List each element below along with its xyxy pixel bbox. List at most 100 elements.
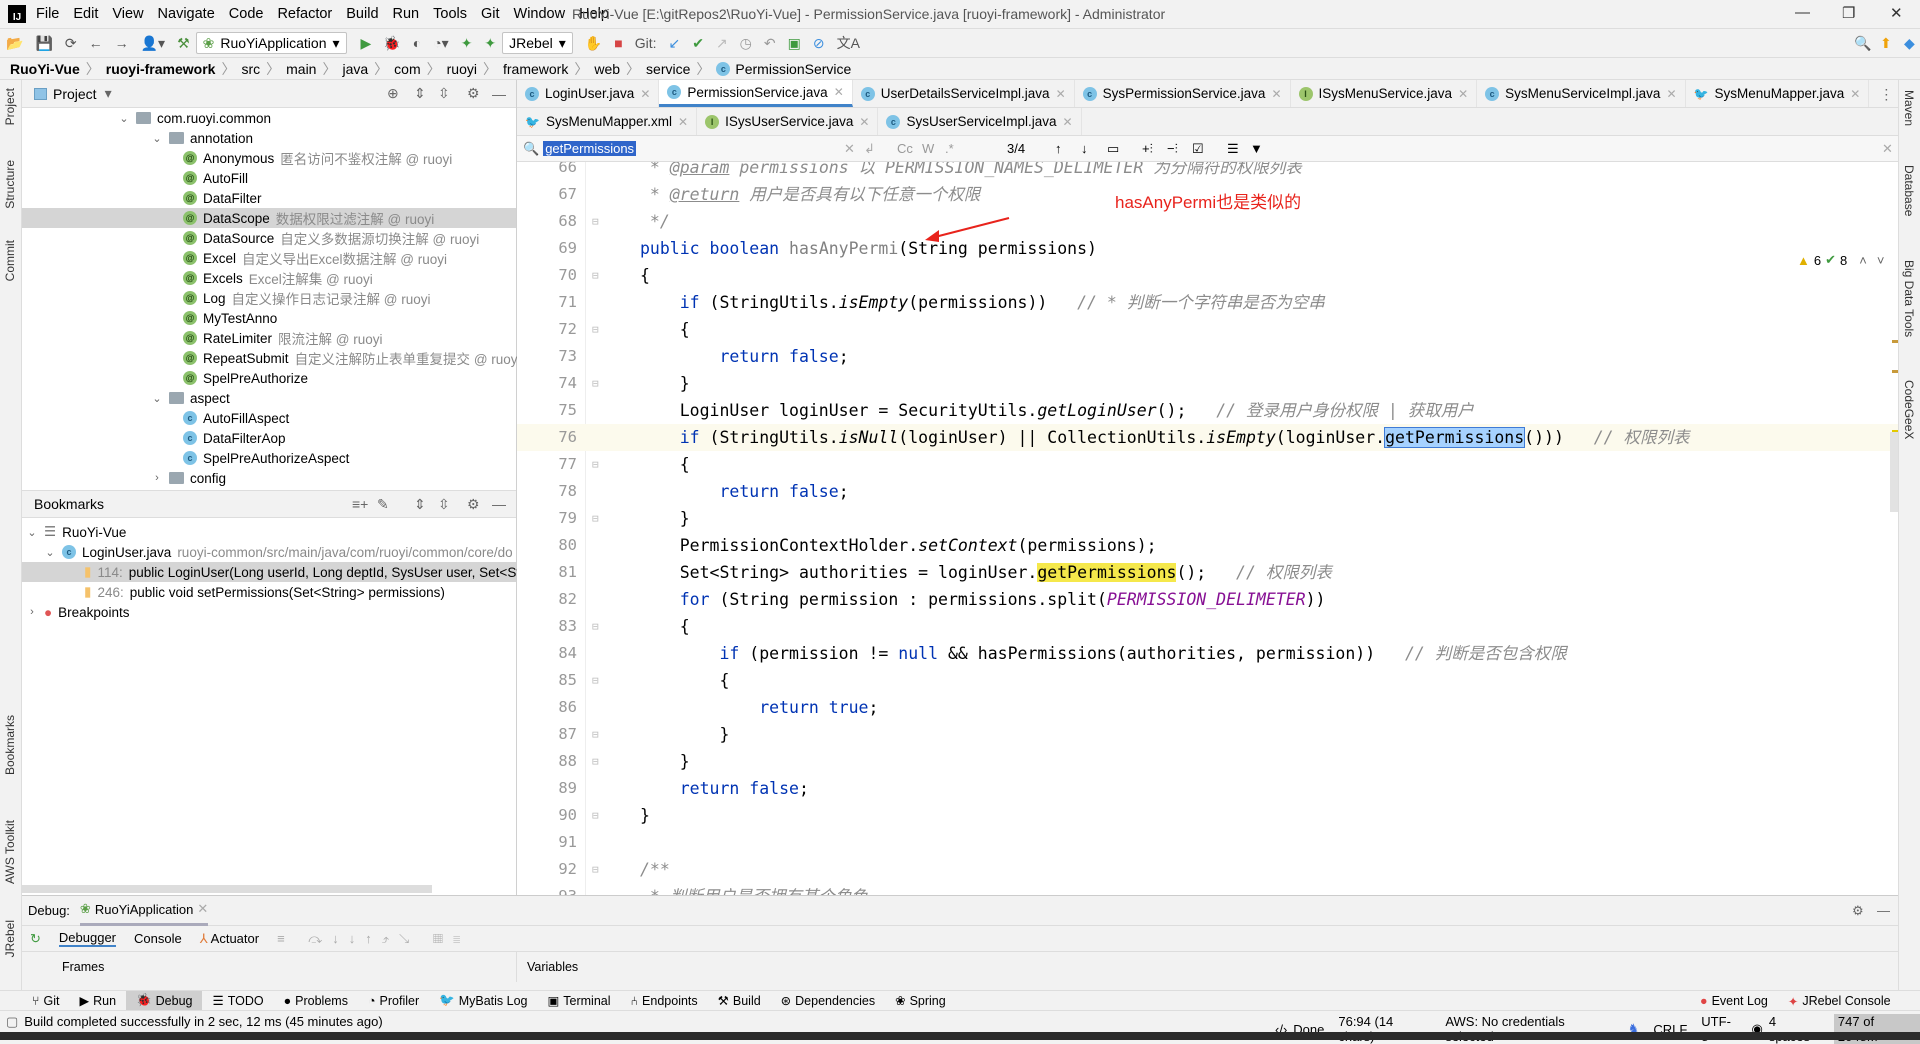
git-commit-icon[interactable]: ✔ (692, 35, 704, 52)
jrebel-console-button[interactable]: ✦ JRebel Console (1778, 991, 1901, 1011)
close-tab-icon[interactable]: ✕ (678, 115, 688, 129)
breadcrumb-item[interactable]: PermissionService (735, 61, 851, 77)
line-number[interactable]: 87 (517, 721, 577, 748)
add-occurrence-icon[interactable]: +⫶ (1142, 141, 1153, 157)
menu-tools[interactable]: Tools (433, 6, 467, 22)
status-message[interactable]: Build completed successfully in 2 sec, 1… (24, 1014, 382, 1029)
tool-bookmarks[interactable]: Bookmarks (3, 715, 17, 775)
line-number[interactable]: 71 (517, 289, 577, 316)
line-number[interactable]: 72 (517, 316, 577, 343)
line-number[interactable]: 83 (517, 613, 577, 640)
fold-marker-icon[interactable]: ⊟ (592, 667, 599, 694)
history-icon[interactable]: ◷ (740, 35, 752, 52)
fold-marker-icon[interactable]: ⊟ (592, 856, 599, 883)
rerun-icon[interactable]: ↻ (30, 931, 41, 947)
close-tab-icon[interactable]: ✕ (1271, 87, 1281, 101)
bookmark-group[interactable]: ⌄ ☰ RuoYi-Vue (22, 522, 516, 542)
fold-marker-icon[interactable]: ⊟ (592, 208, 599, 235)
tree-item[interactable]: › config (22, 468, 516, 488)
tool-build[interactable]: ⚒ Build (708, 991, 771, 1011)
filter-options-icon[interactable]: ☰ (1227, 141, 1239, 157)
select-occurrences-icon[interactable]: ☑ (1192, 141, 1204, 157)
menu-code[interactable]: Code (229, 6, 264, 22)
menu-navigate[interactable]: Navigate (158, 6, 215, 22)
tree-item[interactable]: c DataFilterAop (22, 428, 516, 448)
breadcrumb-item[interactable]: src (241, 61, 260, 77)
tree-item[interactable]: ⌄ com.ruoyi.common (22, 108, 516, 128)
close-tab-icon[interactable]: ✕ (1062, 115, 1072, 129)
profile-icon[interactable]: ◔▾ (433, 35, 448, 52)
more-tabs-icon[interactable]: ⋮ (1869, 80, 1903, 107)
breadcrumb-item[interactable]: java (342, 61, 368, 77)
vertical-scrollbar[interactable] (1890, 432, 1898, 512)
close-icon[interactable]: ✕ (197, 901, 208, 917)
event-log-button[interactable]: ● Event Log (1690, 991, 1778, 1011)
tree-item[interactable]: ⌄ annotation (22, 128, 516, 148)
edit-icon[interactable]: ✎ (377, 496, 389, 513)
tool-project[interactable]: Project (3, 88, 17, 125)
select-all-icon[interactable]: ▭ (1107, 141, 1119, 157)
bookmark-item[interactable]: ▮ 246: public void setPermissions(Set<Stri… (22, 582, 516, 602)
tree-item[interactable]: @ MyTestAnno (22, 308, 516, 328)
line-number[interactable]: 86 (517, 694, 577, 721)
close-tab-icon[interactable]: ✕ (1458, 87, 1468, 101)
forward-icon[interactable]: → (115, 35, 129, 51)
menu-file[interactable]: File (36, 6, 59, 22)
tool-spring[interactable]: ❀ Spring (885, 991, 956, 1011)
fold-marker-icon[interactable]: ⊟ (592, 370, 599, 397)
breadcrumb-item[interactable]: ruoyi (447, 61, 477, 77)
line-number[interactable]: 92 (517, 856, 577, 883)
sync-icon[interactable]: ⟳ (65, 35, 77, 52)
user-icon[interactable]: 👤▾ (141, 35, 165, 52)
next-match-icon[interactable]: ↓ (1081, 141, 1088, 156)
rollback-icon[interactable]: ↶ (764, 35, 776, 52)
tree-item[interactable]: ⌄ aspect (22, 388, 516, 408)
bookmark-file[interactable]: ⌄ c LoginUser.java ruoyi-common/src/main/ja… (22, 542, 516, 562)
add-bookmark-icon[interactable]: ≡+ (352, 496, 368, 512)
build-hammer-icon[interactable]: ⚒ (177, 35, 190, 52)
tool-dependencies[interactable]: ⊛ Dependencies (771, 991, 885, 1011)
filter-icon[interactable]: ▼ (1250, 141, 1263, 156)
tree-item[interactable]: @ RateLimiter 限流注解 @ ruoyi (22, 328, 516, 348)
menu-run[interactable]: Run (393, 6, 420, 22)
menu-refactor[interactable]: Refactor (277, 6, 332, 22)
status-toggle-icon[interactable]: ▢ (6, 1014, 18, 1030)
editor-tab[interactable]: c UserDetailsServiceImpl.java ✕ (853, 80, 1075, 107)
line-number[interactable]: 79 (517, 505, 577, 532)
tool-database[interactable]: Database (1902, 165, 1916, 216)
editor-tab[interactable]: c SysMenuServiceImpl.java ✕ (1477, 80, 1686, 107)
menu-edit[interactable]: Edit (73, 6, 98, 22)
tool-codegeex[interactable]: CodeGeeX (1902, 380, 1916, 439)
collapse-all-icon[interactable]: ⇳ (438, 496, 450, 513)
expand-all-icon[interactable]: ⇕ (414, 85, 426, 102)
line-number[interactable]: 89 (517, 775, 577, 802)
fold-marker-icon[interactable]: ⊟ (592, 262, 599, 289)
breadcrumb-item[interactable]: main (286, 61, 316, 77)
step-controls[interactable]: ≡ ⤼↓↓↑⤴↘ ▦≣ (277, 931, 470, 947)
fold-marker-icon[interactable]: ⊟ (592, 802, 599, 829)
gear-icon[interactable]: ⚙ (1852, 903, 1864, 919)
tool-commit[interactable]: Commit (3, 240, 17, 281)
tree-item[interactable]: @ DataSource 自定义多数据源切换注解 @ ruoyi (22, 228, 516, 248)
gear-icon[interactable]: ⚙ (467, 496, 480, 513)
menu-window[interactable]: Window (514, 6, 566, 22)
tree-item[interactable]: @ RepeatSubmit 自定义注解防止表单重复提交 @ ruoyi (22, 348, 521, 368)
error-stripe-mark[interactable] (1892, 340, 1898, 343)
line-number[interactable]: 91 (517, 829, 577, 856)
code-area[interactable]: 66 * @param permissions 以 PERMISSION_NAM… (517, 162, 1898, 895)
tree-item[interactable]: @ Anonymous 匿名访问不鉴权注解 @ ruoyi (22, 148, 516, 168)
chevron-up-icon[interactable]: ˄ (1859, 253, 1867, 268)
bookmark-item[interactable]: ▮ 114: public LoginUser(Long userId, Long … (22, 562, 528, 582)
search-everywhere-icon[interactable]: 🔍 (1854, 35, 1871, 52)
hide-icon[interactable]: — (492, 86, 506, 102)
tool-git[interactable]: ⑂ Git (22, 991, 70, 1011)
editor-tab[interactable]: c PermissionService.java ✕ (659, 80, 853, 107)
fold-marker-icon[interactable]: ⊟ (592, 613, 599, 640)
hide-icon[interactable]: — (492, 496, 506, 512)
fold-marker-icon[interactable]: ⊟ (592, 748, 599, 775)
previous-match-icon[interactable]: ↑ (1055, 141, 1062, 156)
menu-view[interactable]: View (112, 6, 143, 22)
line-number[interactable]: 78 (517, 478, 577, 505)
chevron-down-icon[interactable]: ▾ (105, 85, 112, 102)
breadcrumb-item[interactable]: service (646, 61, 690, 77)
